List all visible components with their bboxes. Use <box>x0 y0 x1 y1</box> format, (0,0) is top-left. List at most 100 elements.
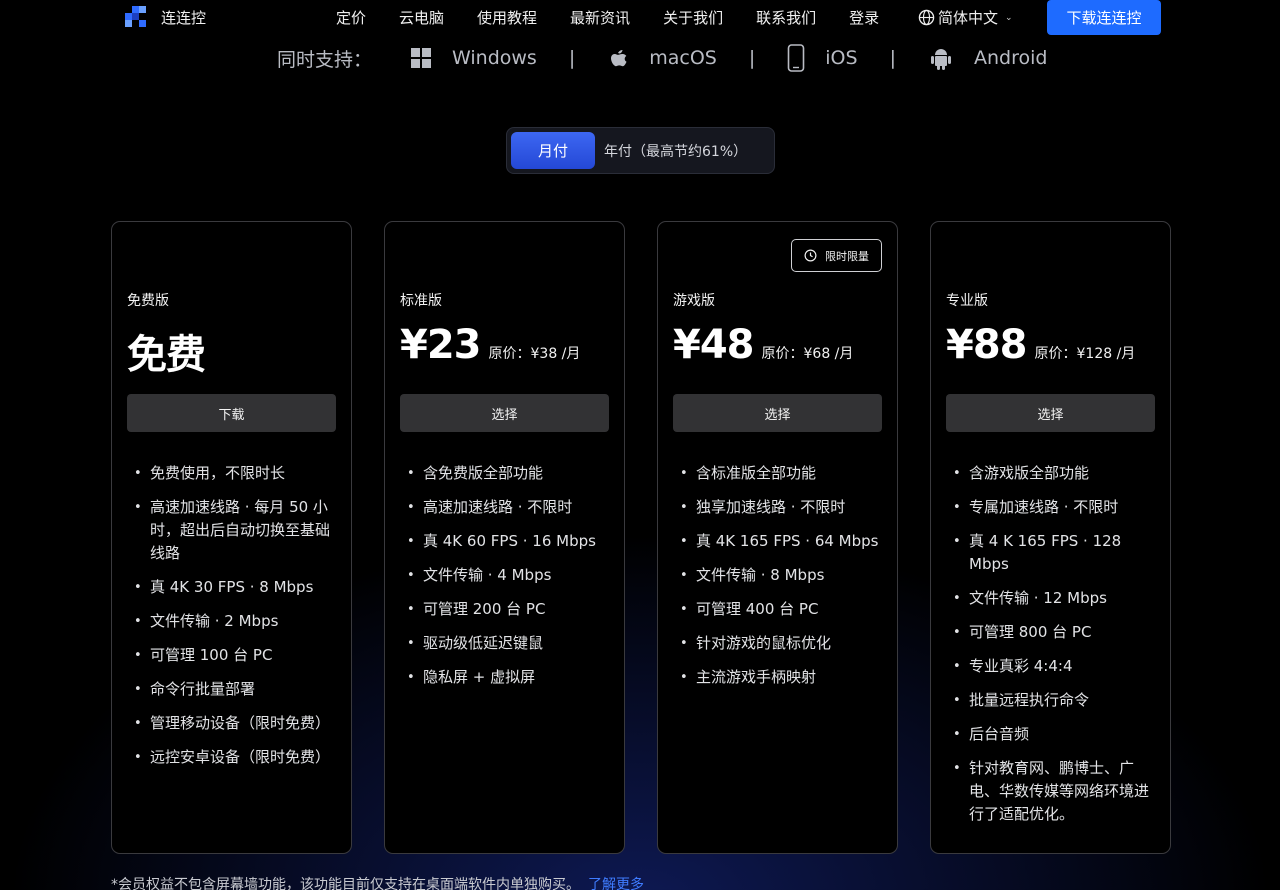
feature-item: 真 4K 60 FPS · 16 Mbps <box>400 530 615 553</box>
original-price: 原价：¥68 /月 <box>761 346 854 362</box>
brand-name: 连连控 <box>161 8 207 27</box>
feature-item: 文件传输 · 2 Mbps <box>127 610 342 633</box>
feature-item: 远控安卓设备（限时免费） <box>127 746 342 769</box>
plan-card-game: 限时限量 游戏版 ¥48 原价：¥68 /月 选择 含标准版全部功能 独享加速线… <box>657 221 898 854</box>
feature-item: 真 4 K 165 FPS · 128 Mbps <box>946 530 1161 576</box>
android-icon <box>930 49 951 70</box>
nav-link-pricing[interactable]: 定价 <box>336 7 366 28</box>
select-plan-button[interactable]: 选择 <box>946 394 1155 432</box>
plan-name: 标准版 <box>400 293 442 309</box>
brand-logo[interactable]: 连连控 <box>125 6 206 28</box>
original-price: 原价：¥128 /月 <box>1034 346 1136 362</box>
original-price: 原价：¥38 /月 <box>488 346 581 362</box>
feature-item: 真 4K 165 FPS · 64 Mbps <box>673 530 888 553</box>
feature-item: 可管理 100 台 PC <box>127 644 342 667</box>
platform-macos: macOS <box>607 46 717 70</box>
feature-item: 含标准版全部功能 <box>673 462 888 485</box>
phone-icon <box>787 44 805 72</box>
feature-item: 可管理 400 台 PC <box>673 598 888 621</box>
plan-price: ¥48 原价：¥68 /月 <box>673 322 853 368</box>
feature-item: 可管理 200 台 PC <box>400 598 615 621</box>
platform-windows: Windows <box>410 47 537 69</box>
feature-item: 可管理 800 台 PC <box>946 621 1161 644</box>
billing-monthly-tab[interactable]: 月付 <box>511 132 595 169</box>
feature-item: 主流游戏手柄映射 <box>673 666 888 689</box>
plan-name: 专业版 <box>946 293 988 309</box>
plan-card-free: 免费版 免费 下载 免费使用，不限时长 高速加速线路 · 每月 50 小时，超出… <box>111 221 352 854</box>
feature-item: 文件传输 · 12 Mbps <box>946 587 1161 610</box>
feature-item: 独享加速线路 · 不限时 <box>673 496 888 519</box>
nav-link-about[interactable]: 关于我们 <box>663 7 723 28</box>
learn-more-link[interactable]: 了解更多 <box>588 877 644 890</box>
feature-item: 免费使用，不限时长 <box>127 462 342 485</box>
nav-link-news[interactable]: 最新资讯 <box>570 7 630 28</box>
plan-price: ¥23 原价：¥38 /月 <box>400 322 580 368</box>
supported-platforms: 同时支持： Windows | macOS | iOS | Android <box>277 44 1047 72</box>
platform-android: Android <box>928 45 1047 71</box>
apple-icon <box>611 50 627 67</box>
chevron-down-icon: ⌄ <box>1005 12 1013 23</box>
feature-item: 文件传输 · 4 Mbps <box>400 564 615 587</box>
feature-item: 专业真彩 4:4:4 <box>946 655 1161 678</box>
plan-price: ¥88 原价：¥128 /月 <box>946 322 1135 368</box>
feature-item: 批量远程执行命令 <box>946 689 1161 712</box>
nav-link-tutorials[interactable]: 使用教程 <box>477 7 537 28</box>
price-amount: ¥48 <box>673 322 754 368</box>
language-selector[interactable]: 简体中文 ⌄ <box>918 7 1013 28</box>
billing-yearly-tab[interactable]: 年付（最高节约61%） <box>604 141 747 161</box>
limited-badge: 限时限量 <box>791 239 882 272</box>
select-plan-button[interactable]: 选择 <box>673 394 882 432</box>
plan-price: 免费 <box>127 322 206 380</box>
plan-card-standard: 标准版 ¥23 原价：¥38 /月 选择 含免费版全部功能 高速加速线路 · 不… <box>384 221 625 854</box>
price-amount: ¥23 <box>400 322 481 368</box>
language-label: 简体中文 <box>938 9 999 27</box>
feature-list: 含标准版全部功能 独享加速线路 · 不限时 真 4K 165 FPS · 64 … <box>673 462 888 700</box>
platform-name: Windows <box>452 47 537 69</box>
clock-icon <box>804 249 817 262</box>
globe-icon <box>918 9 935 26</box>
footnote-text: *会员权益不包含屏幕墙功能，该功能目前仅支持在桌面端软件内单独购买。 <box>111 877 580 890</box>
feature-item: 后台音频 <box>946 723 1161 746</box>
download-button[interactable]: 下载连连控 <box>1047 0 1161 35</box>
feature-item: 高速加速线路 · 每月 50 小时，超出后自动切换至基础线路 <box>127 496 342 565</box>
feature-list: 含免费版全部功能 高速加速线路 · 不限时 真 4K 60 FPS · 16 M… <box>400 462 615 700</box>
feature-item: 针对教育网、鹏博士、广电、华数传媒等网络环境进行了适配优化。 <box>946 757 1161 826</box>
nav-links: 定价 云电脑 使用教程 最新资讯 关于我们 联系我们 登录 <box>336 7 912 28</box>
feature-item: 真 4K 30 FPS · 8 Mbps <box>127 576 342 599</box>
top-nav: 连连控 定价 云电脑 使用教程 最新资讯 关于我们 联系我们 登录 简体中文 ⌄… <box>0 0 1280 36</box>
plan-name: 免费版 <box>127 293 169 309</box>
feature-item: 文件传输 · 8 Mbps <box>673 564 888 587</box>
plan-name: 游戏版 <box>673 293 715 309</box>
plan-card-pro: 专业版 ¥88 原价：¥128 /月 选择 含游戏版全部功能 专属加速线路 · … <box>930 221 1171 854</box>
price-amount: 免费 <box>127 332 206 378</box>
separator: | <box>748 47 756 69</box>
platform-name: macOS <box>649 47 717 69</box>
platforms-label: 同时支持： <box>277 48 373 71</box>
feature-item: 含游戏版全部功能 <box>946 462 1161 485</box>
feature-item: 隐私屏 + 虚拟屏 <box>400 666 615 689</box>
feature-item: 命令行批量部署 <box>127 678 342 701</box>
logo-icon <box>125 6 147 28</box>
feature-item: 含免费版全部功能 <box>400 462 615 485</box>
platform-name: iOS <box>825 47 858 69</box>
select-plan-button[interactable]: 选择 <box>400 394 609 432</box>
nav-link-contact[interactable]: 联系我们 <box>756 7 816 28</box>
price-amount: ¥88 <box>946 322 1027 368</box>
feature-list: 免费使用，不限时长 高速加速线路 · 每月 50 小时，超出后自动切换至基础线路… <box>127 462 342 780</box>
feature-item: 专属加速线路 · 不限时 <box>946 496 1161 519</box>
badge-label: 限时限量 <box>825 249 869 263</box>
download-plan-button[interactable]: 下载 <box>127 394 336 432</box>
platform-name: Android <box>973 47 1048 69</box>
nav-link-cloud-pc[interactable]: 云电脑 <box>399 7 444 28</box>
windows-icon <box>411 48 432 68</box>
separator: | <box>889 47 896 69</box>
feature-item: 驱动级低延迟键鼠 <box>400 632 615 655</box>
nav-link-login[interactable]: 登录 <box>849 7 879 28</box>
platform-ios: iOS <box>787 44 858 72</box>
feature-item: 管理移动设备（限时免费） <box>127 712 342 735</box>
feature-item: 针对游戏的鼠标优化 <box>673 632 888 655</box>
feature-item: 高速加速线路 · 不限时 <box>400 496 615 519</box>
footnote: *会员权益不包含屏幕墙功能，该功能目前仅支持在桌面端软件内单独购买。 了解更多 <box>111 874 644 890</box>
billing-toggle: 月付 年付（最高节约61%） <box>506 127 775 174</box>
feature-list: 含游戏版全部功能 专属加速线路 · 不限时 真 4 K 165 FPS · 12… <box>946 462 1161 837</box>
